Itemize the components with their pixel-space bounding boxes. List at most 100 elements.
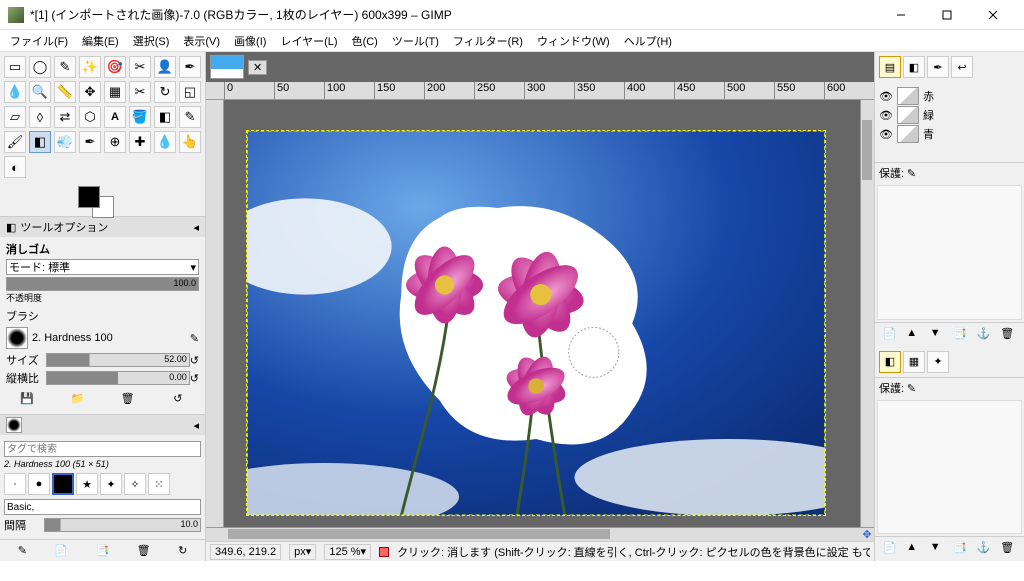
tool-pencil[interactable]: ✎	[179, 106, 201, 128]
tool-fuzzy-select[interactable]: ✨	[79, 56, 101, 78]
opt-reset-icon[interactable]: ↺	[170, 390, 186, 406]
brush-new-btn[interactable]: 📄	[54, 544, 68, 557]
menu-view[interactable]: 表示(V)	[177, 31, 226, 51]
menu-help[interactable]: ヘルプ(H)	[618, 31, 678, 51]
menu-image[interactable]: 画像(I)	[228, 31, 272, 51]
tool-move[interactable]: ✥	[79, 81, 101, 103]
mode-dropdown[interactable]: モード: 標準▾	[6, 259, 199, 275]
lower-delete-btn[interactable]: 🗑	[1000, 541, 1016, 557]
tool-text[interactable]: A	[104, 106, 126, 128]
lower-lower-btn[interactable]: ▼	[930, 541, 946, 557]
layer-row[interactable]: 👁 緑	[879, 106, 1020, 124]
tool-blur[interactable]: 💧	[154, 131, 176, 153]
dock-menu-icon[interactable]: ◂	[193, 221, 199, 234]
opacity-slider[interactable]: 100.0	[6, 277, 199, 291]
layer-row[interactable]: 👁 赤	[879, 87, 1020, 105]
brush-del-btn[interactable]: 🗑	[137, 544, 151, 557]
tool-paths[interactable]: ✒	[179, 56, 201, 78]
canvas[interactable]	[224, 100, 860, 527]
fg-bg-colors[interactable]	[8, 186, 197, 212]
tool-eraser[interactable]: ◧	[29, 131, 51, 153]
brush-edit-btn[interactable]: ✎	[18, 544, 27, 557]
channels-tab[interactable]: ◧	[903, 56, 925, 78]
tool-zoom[interactable]: 🔍	[29, 81, 51, 103]
spacing-slider[interactable]: 10.0	[44, 518, 201, 532]
patterns-tab[interactable]: ▦	[903, 351, 925, 373]
new-layer-btn[interactable]: 📄	[883, 327, 899, 343]
tool-cage[interactable]: ⬡	[79, 106, 101, 128]
opt-delete-icon[interactable]: 🗑	[120, 390, 136, 406]
brush-preview[interactable]	[6, 327, 28, 349]
unit-dropdown[interactable]: px ▾	[289, 544, 316, 560]
close-button[interactable]	[970, 0, 1016, 30]
lower-dup-btn[interactable]: 📑	[953, 541, 969, 557]
tool-rotate[interactable]: ↻	[154, 81, 176, 103]
dup-btn[interactable]: 📑	[953, 327, 969, 343]
anchor-btn[interactable]: ⚓	[977, 327, 993, 343]
canvas-image[interactable]	[246, 130, 826, 516]
size-reset-icon[interactable]: ↺	[190, 354, 199, 367]
layer-row[interactable]: 👁 青	[879, 125, 1020, 143]
brush-refresh-btn[interactable]: ↻	[178, 544, 187, 557]
ratio-reset-icon[interactable]: ↺	[190, 372, 199, 385]
tool-scale[interactable]: ◱	[179, 81, 201, 103]
gradients-tab[interactable]: ✦	[927, 351, 949, 373]
close-tab-button[interactable]: ✕	[248, 60, 267, 75]
tool-rect-select[interactable]: ▭	[4, 56, 26, 78]
size-slider[interactable]: 52.00	[46, 353, 190, 367]
tool-paintbrush[interactable]: 🖌	[4, 131, 26, 153]
brush-thumb[interactable]: ✧	[124, 473, 146, 495]
brushes-menu-icon[interactable]: ◂	[193, 419, 199, 432]
menu-file[interactable]: ファイル(F)	[4, 31, 74, 51]
brush-thumb[interactable]	[52, 473, 74, 495]
cancel-icon[interactable]	[379, 547, 389, 557]
scrollbar-vertical[interactable]	[860, 100, 874, 527]
tool-shear[interactable]: ▱	[4, 106, 26, 128]
tool-dodge[interactable]: ◐	[4, 156, 26, 178]
tool-bucket[interactable]: 🪣	[129, 106, 151, 128]
maximize-button[interactable]	[924, 0, 970, 30]
tool-ellipse-select[interactable]: ◯	[29, 56, 51, 78]
visibility-icon[interactable]: 👁	[879, 128, 893, 141]
menu-windows[interactable]: ウィンドウ(W)	[531, 31, 616, 51]
tool-smudge[interactable]: 👆	[179, 131, 201, 153]
tool-clone[interactable]: ⊕	[104, 131, 126, 153]
scrollbar-horizontal[interactable]: ✥	[206, 527, 874, 541]
lock-icon[interactable]: ✎	[907, 168, 916, 180]
menu-tools[interactable]: ツール(T)	[386, 31, 445, 51]
tool-perspective[interactable]: ◊	[29, 106, 51, 128]
delete-btn[interactable]: 🗑	[1000, 327, 1016, 343]
brush-edit-icon[interactable]: ✎	[190, 332, 199, 345]
ruler-horizontal[interactable]: 050100 150200250 300350400 450500550 600	[206, 82, 874, 100]
brush-thumb[interactable]: ⁙	[148, 473, 170, 495]
tool-ink[interactable]: ✒	[79, 131, 101, 153]
brush-thumb[interactable]: ★	[76, 473, 98, 495]
document-tab[interactable]	[210, 55, 244, 79]
visibility-icon[interactable]: 👁	[879, 90, 893, 103]
tool-color-picker[interactable]: 💧	[4, 81, 26, 103]
brushes-tab[interactable]: ◧	[879, 351, 901, 373]
ratio-slider[interactable]: 0.00	[46, 371, 190, 385]
paths-tab[interactable]: ✒	[927, 56, 949, 78]
tool-airbrush[interactable]: 💨	[54, 131, 76, 153]
minimize-button[interactable]	[878, 0, 924, 30]
opt-restore-icon[interactable]: 📁	[69, 390, 85, 406]
brush-thumb[interactable]: ●	[28, 473, 50, 495]
lower-btn[interactable]: ▼	[930, 327, 946, 343]
visibility-icon[interactable]: 👁	[879, 109, 893, 122]
lower-anchor-btn[interactable]: ⚓	[977, 541, 993, 557]
fg-color[interactable]	[78, 186, 100, 208]
layers-tab[interactable]: ▤	[879, 56, 901, 78]
menu-layer[interactable]: レイヤー(L)	[274, 31, 343, 51]
opt-save-icon[interactable]: 💾	[19, 390, 35, 406]
nav-icon[interactable]: ✥	[860, 528, 874, 541]
undo-tab[interactable]: ↩	[951, 56, 973, 78]
menu-filters[interactable]: フィルター(R)	[447, 31, 529, 51]
tool-free-select[interactable]: ✎	[54, 56, 76, 78]
tool-foreground[interactable]: 👤	[154, 56, 176, 78]
lower-new-btn[interactable]: 📄	[883, 541, 899, 557]
brushes-tab-icon[interactable]	[6, 417, 22, 433]
brush-search-input[interactable]	[4, 441, 201, 457]
lock-icon-2[interactable]: ✎	[907, 383, 916, 395]
brush-thumb[interactable]: ✦	[100, 473, 122, 495]
